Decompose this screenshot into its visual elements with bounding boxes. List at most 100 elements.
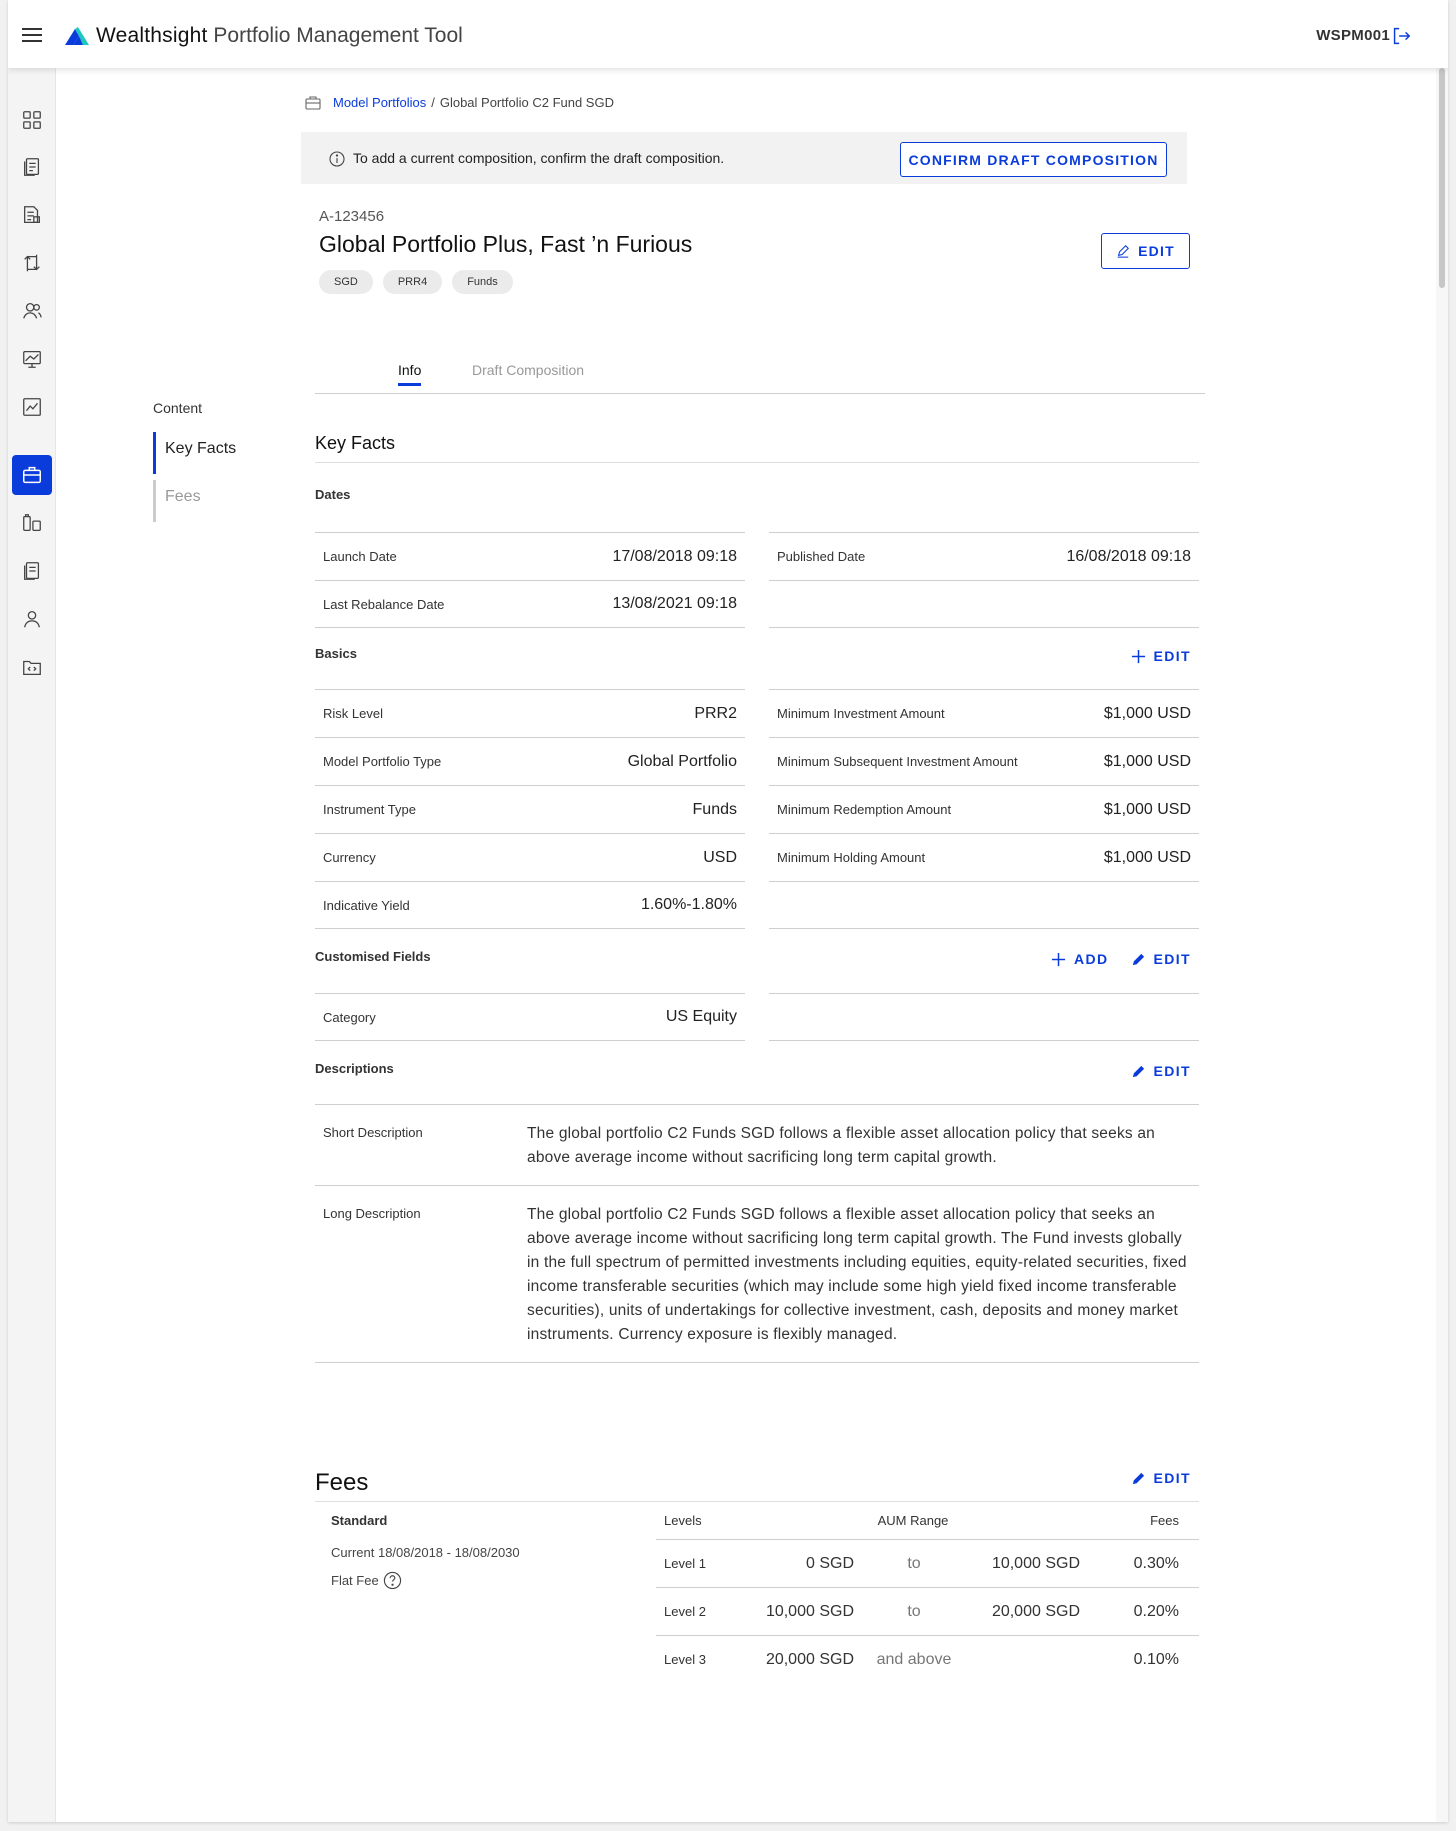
edit-fees-button[interactable]: EDIT — [1131, 1470, 1192, 1486]
presentation-icon[interactable] — [12, 339, 52, 379]
fee-percent: 0.30% — [1133, 1554, 1179, 1572]
field-value: $1,000 USD — [1103, 800, 1191, 818]
customised-fields-heading: Customised Fields — [315, 949, 431, 964]
field-row: Minimum Investment Amount $1,000 USD — [769, 689, 1199, 737]
transfer-icon[interactable] — [12, 243, 52, 283]
user-id[interactable]: WSPM001 — [1316, 27, 1390, 44]
field-value: $1,000 USD — [1103, 752, 1191, 770]
document-icon[interactable] — [12, 551, 52, 591]
fee-plan-info: Standard Current 18/08/2018 - 18/08/2030… — [331, 1513, 631, 1590]
table-row: Level 1 0 SGD to 10,000 SGD 0.30% — [656, 1539, 1199, 1587]
dashboard-icon[interactable] — [12, 100, 52, 140]
compare-icon[interactable] — [12, 503, 52, 543]
edit-label: EDIT — [1153, 1063, 1191, 1079]
field-row: Published Date 16/08/2018 09:18 — [769, 532, 1199, 580]
custom-left-col: Category US Equity — [315, 993, 745, 1041]
scrollbar-thumb[interactable] — [1439, 68, 1445, 288]
field-value: PRR2 — [694, 704, 737, 722]
code-folder-icon[interactable] — [12, 647, 52, 687]
plus-icon — [1131, 649, 1145, 663]
logout-icon[interactable] — [1390, 25, 1412, 47]
fee-level: Level 2 — [664, 1604, 706, 1619]
toc-item-fees[interactable]: Fees — [153, 476, 273, 524]
key-facts-heading: Key Facts — [315, 407, 1199, 463]
field-label: Last Rebalance Date — [323, 596, 445, 612]
chip-instrument: Funds — [452, 270, 513, 294]
breadcrumb-separator: / — [431, 95, 435, 110]
edit-custom-fields-button[interactable]: EDIT — [1131, 951, 1192, 967]
field-label: Category — [323, 1009, 376, 1025]
short-description-text: The global portfolio C2 Funds SGD follow… — [527, 1125, 1155, 1166]
edit-label: EDIT — [1153, 951, 1191, 967]
person-icon[interactable] — [12, 599, 52, 639]
help-icon[interactable] — [383, 1571, 402, 1590]
app-brand: Wealthsight — [96, 24, 208, 47]
field-label: Currency — [323, 850, 376, 865]
edit-portfolio-button[interactable]: EDIT — [1101, 233, 1190, 269]
fee-from: 20,000 SGD — [765, 1650, 854, 1668]
sidebar-nav — [8, 68, 56, 1822]
toc-item-key-facts[interactable]: Key Facts — [153, 428, 273, 476]
field-row: Minimum Holding Amount $1,000 USD — [769, 833, 1199, 881]
edit-label: EDIT — [1138, 243, 1175, 259]
field-value: 13/08/2021 09:18 — [612, 595, 737, 612]
dates-right-col: Published Date 16/08/2018 09:18 — [769, 532, 1199, 628]
basics-edit-button[interactable]: EDIT — [1131, 648, 1192, 664]
descriptions-heading: Descriptions — [315, 1061, 394, 1076]
fee-from: 10,000 SGD — [765, 1602, 854, 1620]
fee-upto: 20,000 SGD — [991, 1602, 1080, 1620]
field-row: Currency USD — [315, 833, 745, 881]
add-custom-field-button[interactable]: ADD — [1051, 951, 1109, 967]
custom-right-col — [769, 993, 1199, 1041]
tab-info[interactable]: Info — [398, 362, 422, 386]
field-label: Minimum Investment Amount — [777, 706, 945, 721]
field-label: Launch Date — [323, 549, 397, 564]
field-value: Global Portfolio — [627, 752, 737, 770]
breadcrumb: Model Portfolios / Global Portfolio C2 F… — [305, 95, 614, 110]
chart-icon[interactable] — [12, 387, 52, 427]
confirm-draft-composition-button[interactable]: CONFIRM DRAFT COMPOSITION — [900, 142, 1167, 177]
field-value: 17/08/2018 09:18 — [612, 547, 737, 565]
short-description-label: Short Description — [323, 1125, 423, 1140]
fee-from: 0 SGD — [805, 1554, 854, 1572]
chip-currency: SGD — [319, 270, 373, 294]
field-value: Funds — [692, 800, 737, 818]
fee-percent: 0.10% — [1133, 1650, 1179, 1668]
tab-bar: Info Draft Composition — [315, 352, 1205, 394]
field-row: Model Portfolio Type Global Portfolio — [315, 737, 745, 785]
breadcrumb-link-model-portfolios[interactable]: Model Portfolios — [333, 95, 426, 110]
fee-to: and above — [876, 1650, 952, 1668]
field-value: $1,000 USD — [1103, 704, 1191, 722]
field-label: Indicative Yield — [323, 897, 410, 913]
document-list-icon[interactable] — [12, 147, 52, 187]
fee-to: to — [907, 1554, 921, 1572]
pencil-icon — [1117, 245, 1130, 258]
page-title: Global Portfolio Plus, Fast ’n Furious — [319, 231, 693, 257]
fee-percent: 0.20% — [1133, 1602, 1179, 1620]
fees-header: Fees EDIT — [315, 1450, 1199, 1502]
field-row: Risk Level PRR2 — [315, 689, 745, 737]
fee-levels-table: Levels AUM Range Fees Level 1 0 SGD to 1… — [656, 1513, 1199, 1683]
field-row: Last Rebalance Date 13/08/2021 09:18 — [315, 580, 745, 628]
report-icon[interactable] — [12, 195, 52, 235]
fee-plan-name: Standard — [331, 1513, 388, 1528]
edit-label: EDIT — [1153, 1470, 1191, 1486]
app-subtitle: Portfolio Management Tool — [213, 24, 463, 47]
field-row: Minimum Subsequent Investment Amount $1,0… — [769, 737, 1199, 785]
edit-descriptions-button[interactable]: EDIT — [1131, 1063, 1192, 1079]
portfolio-chips: SGD PRR4 Funds — [319, 270, 513, 294]
banner-message: To add a current composition, confirm th… — [353, 150, 725, 166]
menu-icon[interactable] — [22, 28, 42, 42]
fee-level: Level 3 — [664, 1652, 706, 1667]
page-scrollbar[interactable] — [1436, 68, 1448, 1822]
fee-type-label: Flat Fee — [331, 1573, 379, 1588]
fee-level: Level 1 — [664, 1556, 706, 1571]
briefcase-icon[interactable] — [12, 455, 52, 495]
empty-row — [769, 993, 1199, 1041]
tab-draft-composition[interactable]: Draft Composition — [472, 362, 584, 378]
portfolio-ref-id: A-123456 — [319, 208, 385, 225]
field-row: Launch Date 17/08/2018 09:18 — [315, 532, 745, 580]
users-icon[interactable] — [12, 291, 52, 331]
fee-table-header: Levels AUM Range Fees — [656, 1513, 1199, 1539]
info-icon — [329, 151, 345, 167]
